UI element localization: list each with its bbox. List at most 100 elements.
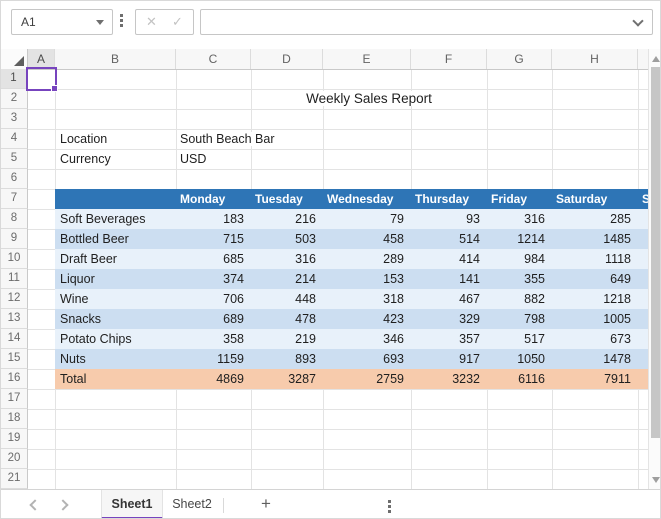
name-box[interactable]: A1 (11, 9, 113, 35)
cell-G16[interactable]: 6116 (489, 369, 545, 389)
row-header-17[interactable]: 17 (1, 389, 28, 409)
cell-G8[interactable]: 316 (489, 209, 545, 229)
cell-G15[interactable]: 1050 (489, 349, 545, 369)
column-header-F[interactable]: F (411, 49, 487, 69)
cell-H13[interactable]: 1005 (554, 309, 631, 329)
cell-H8[interactable]: 285 (554, 209, 631, 229)
cell-C7[interactable]: Monday (180, 189, 225, 209)
cell-H14[interactable]: 673 (554, 329, 631, 349)
cell-B10[interactable]: Draft Beer (60, 249, 117, 269)
cell-D7[interactable]: Tuesday (255, 189, 303, 209)
cell-B9[interactable]: Bottled Beer (60, 229, 129, 249)
row-header-14[interactable]: 14 (1, 329, 28, 349)
cell-B8[interactable]: Soft Beverages (60, 209, 145, 229)
vertical-scrollbar[interactable] (648, 49, 661, 489)
cell-B4[interactable]: Location (60, 129, 107, 149)
row-header-8[interactable]: 8 (1, 209, 28, 229)
tabbar-drag-handle-icon[interactable] (388, 500, 392, 515)
cell-D15[interactable]: 893 (253, 349, 316, 369)
scroll-down-icon[interactable] (652, 477, 660, 483)
cell-E16[interactable]: 2759 (325, 369, 404, 389)
cell-B14[interactable]: Potato Chips (60, 329, 132, 349)
cell-B12[interactable]: Wine (60, 289, 88, 309)
cell-H11[interactable]: 649 (554, 269, 631, 289)
cell-E7[interactable]: Wednesday (327, 189, 393, 209)
cell-G13[interactable]: 798 (489, 309, 545, 329)
cell-H9[interactable]: 1485 (554, 229, 631, 249)
scroll-up-icon[interactable] (652, 56, 660, 62)
cell-F13[interactable]: 329 (413, 309, 480, 329)
row-header-16[interactable]: 16 (1, 369, 28, 389)
cell-D9[interactable]: 503 (253, 229, 316, 249)
formula-expand-icon[interactable] (632, 15, 643, 26)
row-header-13[interactable]: 13 (1, 309, 28, 329)
cell-C10[interactable]: 685 (178, 249, 244, 269)
row-header-5[interactable]: 5 (1, 149, 28, 169)
cell-E15[interactable]: 693 (325, 349, 404, 369)
column-header-H[interactable]: H (552, 49, 638, 69)
column-header-D[interactable]: D (251, 49, 323, 69)
toolbar-drag-handle-icon[interactable] (120, 14, 124, 29)
cell-E9[interactable]: 458 (325, 229, 404, 249)
column-header-E[interactable]: E (323, 49, 411, 69)
cell-C8[interactable]: 183 (178, 209, 244, 229)
cell-D8[interactable]: 216 (253, 209, 316, 229)
row-header-9[interactable]: 9 (1, 229, 28, 249)
row-header-6[interactable]: 6 (1, 169, 28, 189)
cell-F16[interactable]: 3232 (413, 369, 480, 389)
cell-E11[interactable]: 153 (325, 269, 404, 289)
cell-title-row[interactable]: Weekly Sales Report (251, 89, 487, 109)
cell-G14[interactable]: 517 (489, 329, 545, 349)
accept-icon[interactable]: ✓ (165, 10, 191, 34)
cell-B15[interactable]: Nuts (60, 349, 86, 369)
cell-D13[interactable]: 478 (253, 309, 316, 329)
column-header-C[interactable]: C (176, 49, 251, 69)
cell-D12[interactable]: 448 (253, 289, 316, 309)
cell-F10[interactable]: 414 (413, 249, 480, 269)
cell-G12[interactable]: 882 (489, 289, 545, 309)
cell-F14[interactable]: 357 (413, 329, 480, 349)
cell-F15[interactable]: 917 (413, 349, 480, 369)
row-header-10[interactable]: 10 (1, 249, 28, 269)
row-header-1[interactable]: 1 (1, 69, 28, 89)
row-header-20[interactable]: 20 (1, 449, 28, 469)
row-header-11[interactable]: 11 (1, 269, 28, 289)
cell-B11[interactable]: Liquor (60, 269, 95, 289)
cell-B16[interactable]: Total (60, 369, 86, 389)
column-header-B[interactable]: B (55, 49, 176, 69)
cancel-icon[interactable]: ✕ (139, 10, 165, 34)
cell-H16[interactable]: 7911 (554, 369, 631, 389)
cell-H15[interactable]: 1478 (554, 349, 631, 369)
cell-H10[interactable]: 1118 (554, 249, 631, 269)
cell-F11[interactable]: 141 (413, 269, 480, 289)
cell-F12[interactable]: 467 (413, 289, 480, 309)
cell-C14[interactable]: 358 (178, 329, 244, 349)
select-all-corner[interactable] (1, 49, 28, 69)
row-header-2[interactable]: 2 (1, 89, 28, 109)
row-header-3[interactable]: 3 (1, 109, 28, 129)
row-header-19[interactable]: 19 (1, 429, 28, 449)
row-header-12[interactable]: 12 (1, 289, 28, 309)
vertical-scroll-thumb[interactable] (651, 67, 660, 438)
sheet-nav-next-icon[interactable] (57, 499, 68, 510)
row-header-7[interactable]: 7 (1, 189, 28, 209)
cell-F7[interactable]: Thursday (415, 189, 469, 209)
select-all-icon[interactable] (14, 56, 24, 66)
cell-C13[interactable]: 689 (178, 309, 244, 329)
cell-H7[interactable]: Saturday (556, 189, 607, 209)
cell-G7[interactable]: Friday (491, 189, 527, 209)
cell-H12[interactable]: 1218 (554, 289, 631, 309)
cell-C5[interactable]: USD (180, 149, 206, 169)
tab-sheet1[interactable]: Sheet1 (101, 490, 163, 519)
cell-B5[interactable]: Currency (60, 149, 111, 169)
cell-G9[interactable]: 1214 (489, 229, 545, 249)
cell-F9[interactable]: 514 (413, 229, 480, 249)
cell-G10[interactable]: 984 (489, 249, 545, 269)
column-header-A[interactable]: A (28, 49, 55, 69)
column-header-I[interactable]: I (638, 49, 648, 69)
cell-D14[interactable]: 219 (253, 329, 316, 349)
cell-C4[interactable]: South Beach Bar (180, 129, 278, 149)
row-header-18[interactable]: 18 (1, 409, 28, 429)
cell-E13[interactable]: 423 (325, 309, 404, 329)
row-header-15[interactable]: 15 (1, 349, 28, 369)
